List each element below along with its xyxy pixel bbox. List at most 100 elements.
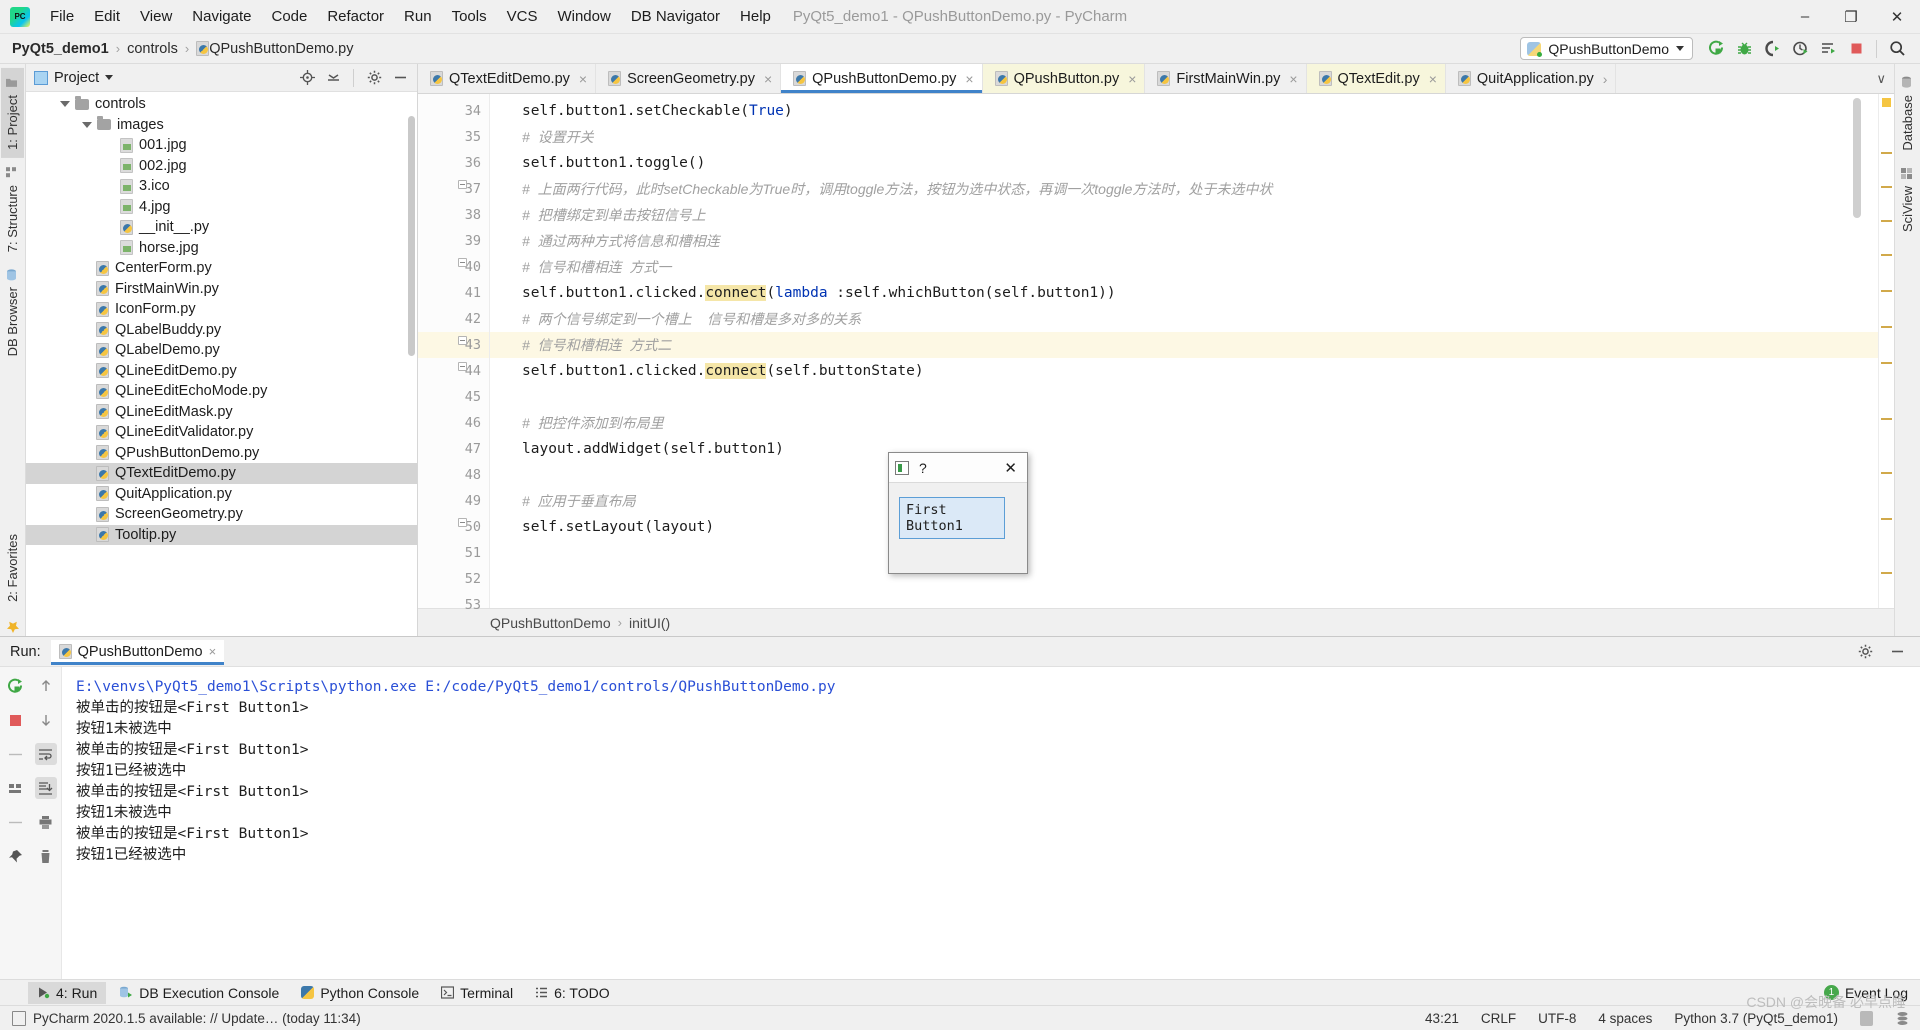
minimize-button[interactable]: –	[1782, 0, 1828, 33]
fold-marker-icon[interactable]	[458, 362, 467, 371]
event-log-label[interactable]: Event Log	[1845, 985, 1908, 1001]
menu-window[interactable]: Window	[547, 4, 620, 29]
editor-tab-quitapplication[interactable]: QuitApplication.py ›	[1445, 64, 1617, 93]
editor-tab-qpushbutton[interactable]: QPushButton.py ×	[982, 64, 1146, 93]
caret-position[interactable]: 43:21	[1425, 1011, 1459, 1026]
breadcrumb-class[interactable]: QPushButtonDemo	[490, 615, 611, 631]
run-button[interactable]	[1703, 37, 1729, 61]
menu-file[interactable]: File	[40, 4, 84, 29]
run-console-output[interactable]: E:\venvs\PyQt5_demo1\Scripts\python.exe …	[62, 667, 1920, 979]
tree-item-screengeometry[interactable]: ScreenGeometry.py	[26, 504, 417, 525]
db-status-icon[interactable]	[1895, 1011, 1910, 1026]
stripe-marker[interactable]	[1881, 518, 1892, 520]
tree-item-images[interactable]: images	[26, 115, 417, 136]
scroll-down-icon[interactable]	[35, 709, 57, 731]
code-text-area[interactable]: self.button1.setCheckable(True) # 设置开关 s…	[490, 94, 1878, 608]
line-separator[interactable]: CRLF	[1481, 1011, 1516, 1026]
lock-icon[interactable]	[1860, 1010, 1873, 1026]
editor-scrollbar[interactable]	[1853, 98, 1861, 218]
scroll-up-icon[interactable]	[35, 675, 57, 697]
tree-item-3ico[interactable]: 3.ico	[26, 176, 417, 197]
fold-marker-icon[interactable]	[458, 518, 467, 527]
fold-marker-icon[interactable]	[458, 336, 467, 345]
editor-tab-qpushbuttondemo[interactable]: QPushButtonDemo.py ×	[781, 64, 983, 93]
notification-icon[interactable]	[12, 1010, 26, 1026]
tree-item-001jpg[interactable]: 001.jpg	[26, 135, 417, 156]
toolwindow-python-console[interactable]: Python Console	[292, 982, 428, 1004]
status-message[interactable]: PyCharm 2020.1.5 available: // Update… (…	[33, 1011, 361, 1026]
locate-icon[interactable]	[296, 68, 318, 88]
settings-gear-icon[interactable]	[363, 68, 385, 88]
close-icon[interactable]: ×	[764, 71, 772, 87]
toolwindow-terminal[interactable]: Terminal	[432, 982, 522, 1004]
tree-item-centerform[interactable]: CenterForm.py	[26, 258, 417, 279]
tree-item-init-py[interactable]: __init__.py	[26, 217, 417, 238]
close-icon[interactable]: ×	[209, 644, 217, 659]
close-icon[interactable]: ✕	[998, 459, 1023, 477]
tree-item-qlineeditvalidator[interactable]: QLineEditValidator.py	[26, 422, 417, 443]
menu-code[interactable]: Code	[261, 4, 317, 29]
run-coverage-button[interactable]	[1759, 37, 1785, 61]
close-icon[interactable]: ×	[965, 71, 973, 87]
stripe-marker[interactable]	[1881, 472, 1892, 474]
stop-button[interactable]	[1843, 37, 1869, 61]
menu-view[interactable]: View	[130, 4, 182, 29]
rerun-icon[interactable]	[4, 675, 26, 697]
qt-application-dialog[interactable]: ? ✕ First Button1	[888, 452, 1028, 574]
tab-overflow-icon[interactable]: ›	[1603, 71, 1608, 87]
breadcrumb-file[interactable]: QPushButtonDemo.py	[209, 41, 353, 57]
tree-item-qtexteditdemo[interactable]: QTextEditDemo.py	[26, 463, 417, 484]
sidebar-tab-project[interactable]: 1: Project	[1, 68, 24, 158]
tree-item-qlabelbuddy[interactable]: QLabelBuddy.py	[26, 320, 417, 341]
scroll-to-end-icon[interactable]	[34, 777, 57, 799]
toolwindow-run[interactable]: 4: Run	[28, 981, 107, 1004]
stripe-marker[interactable]	[1881, 152, 1892, 154]
tree-item-qlabeldemo[interactable]: QLabelDemo.py	[26, 340, 417, 361]
close-icon[interactable]: ×	[1429, 71, 1437, 87]
debug-button[interactable]	[1731, 37, 1757, 61]
help-icon[interactable]: ?	[919, 460, 927, 476]
tree-item-qlineeditmask[interactable]: QLineEditMask.py	[26, 402, 417, 423]
tree-item-qpushbuttondemo[interactable]: QPushButtonDemo.py	[26, 443, 417, 464]
project-tree[interactable]: controls images 001.jpg 002.jpg 3.ico 4.…	[26, 92, 417, 636]
menu-run[interactable]: Run	[394, 4, 442, 29]
sidebar-tab-sciview[interactable]: SciView	[1896, 159, 1919, 240]
tree-item-4jpg[interactable]: 4.jpg	[26, 197, 417, 218]
tree-item-tooltip[interactable]: Tooltip.py	[26, 524, 417, 545]
stripe-marker[interactable]	[1881, 326, 1892, 328]
editor-tab-screengeometry[interactable]: ScreenGeometry.py ×	[596, 64, 782, 93]
sidebar-tab-db-browser[interactable]: DB Browser	[1, 260, 24, 364]
file-encoding[interactable]: UTF-8	[1538, 1011, 1576, 1026]
close-icon[interactable]: ×	[579, 71, 587, 87]
stripe-marker[interactable]	[1881, 362, 1892, 364]
error-stripe-marker-column[interactable]	[1878, 94, 1894, 608]
run-tab-qpushbuttondemo[interactable]: QPushButtonDemo ×	[50, 639, 225, 665]
sidebar-tab-database[interactable]: Database	[1896, 68, 1919, 159]
tree-item-iconform[interactable]: IconForm.py	[26, 299, 417, 320]
settings-gear-icon[interactable]	[1854, 642, 1876, 662]
breadcrumb-controls[interactable]: controls	[127, 41, 178, 57]
tab-list-icon[interactable]: ∨	[1876, 71, 1886, 87]
inspection-status-icon[interactable]	[1882, 98, 1891, 107]
tree-item-002jpg[interactable]: 002.jpg	[26, 156, 417, 177]
hide-panel-icon[interactable]	[1886, 642, 1908, 662]
stripe-marker[interactable]	[1881, 290, 1892, 292]
editor-tab-firstmainwin[interactable]: FirstMainWin.py ×	[1145, 64, 1307, 93]
menu-help[interactable]: Help	[730, 4, 781, 29]
stripe-marker[interactable]	[1881, 418, 1892, 420]
run-configuration-selector[interactable]: QPushButtonDemo	[1520, 37, 1693, 60]
tree-item-qlineeditdemo[interactable]: QLineEditDemo.py	[26, 361, 417, 382]
menu-refactor[interactable]: Refactor	[317, 4, 394, 29]
close-icon[interactable]: ×	[1289, 71, 1297, 87]
breadcrumb-project[interactable]: PyQt5_demo1	[12, 41, 109, 57]
menu-edit[interactable]: Edit	[84, 4, 130, 29]
print-icon[interactable]	[35, 811, 57, 833]
chevron-expanded-icon[interactable]	[82, 121, 92, 128]
stripe-marker[interactable]	[1881, 186, 1892, 188]
sidebar-tab-structure[interactable]: 7: Structure	[1, 158, 24, 260]
tree-item-horsejpg[interactable]: horse.jpg	[26, 238, 417, 259]
indent-setting[interactable]: 4 spaces	[1598, 1011, 1652, 1026]
collapse-all-icon[interactable]	[322, 68, 344, 88]
soft-wrap-icon[interactable]	[34, 743, 57, 765]
fold-marker-icon[interactable]	[458, 180, 467, 189]
